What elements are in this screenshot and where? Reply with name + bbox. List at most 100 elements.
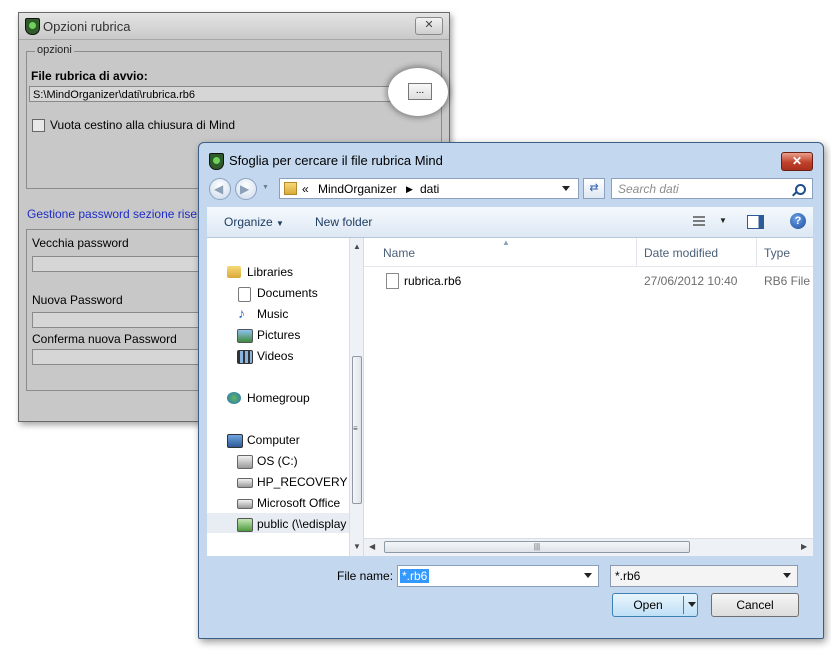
scroll-grip-icon: ≡ <box>353 424 358 433</box>
scroll-down-icon[interactable]: ▼ <box>353 542 361 551</box>
documents-icon <box>238 287 251 302</box>
browse-button[interactable]: ... <box>408 83 432 100</box>
file-horizontal-scrollbar[interactable]: ◀ ||| ▶ <box>364 538 813 556</box>
file-row-type: RB6 File <box>764 274 811 288</box>
preview-pane-icon[interactable] <box>747 215 764 229</box>
folder-icon <box>284 182 297 195</box>
scroll-up-icon[interactable]: ▲ <box>353 242 361 251</box>
nav-item-pictures[interactable]: Pictures <box>257 328 300 342</box>
file-name-input[interactable]: *.rb6 <box>397 565 599 587</box>
libraries-icon <box>227 266 241 278</box>
breadcrumb-overflow[interactable]: « <box>302 182 309 196</box>
scroll-left-icon[interactable]: ◀ <box>369 542 375 551</box>
pictures-icon <box>237 329 253 343</box>
open-dropdown-icon[interactable] <box>688 602 696 607</box>
organize-label: Organize <box>224 215 273 229</box>
address-bar[interactable]: « MindOrganizer ▶ dati <box>279 178 579 199</box>
scroll-right-icon[interactable]: ▶ <box>801 542 807 551</box>
column-name[interactable]: Name <box>383 246 415 260</box>
breadcrumb-mindorganizer[interactable]: MindOrganizer <box>318 182 397 196</box>
videos-icon <box>237 350 253 364</box>
dialog-close-button[interactable]: ✕ <box>781 152 813 171</box>
search-placeholder: Search dati <box>618 182 679 196</box>
old-password-label: Vecchia password <box>32 236 129 250</box>
file-scroll-thumb[interactable]: ||| <box>384 541 690 553</box>
help-icon[interactable]: ? <box>790 213 806 229</box>
password-section-link[interactable]: Gestione password sezione riservata <box>27 207 224 221</box>
file-row-date: 27/06/2012 10:40 <box>644 274 738 288</box>
command-toolbar: Organize ▼ New folder ▼ ? <box>207 207 813 238</box>
nav-item-homegroup[interactable]: Homegroup <box>247 391 310 405</box>
file-row-name[interactable]: rubrica.rb6 <box>404 274 461 288</box>
nav-vertical-scrollbar[interactable]: ▲ ≡ ▼ <box>349 238 363 556</box>
empty-trash-label: Vuota cestino alla chiusura di Mind <box>50 118 235 132</box>
file-type-select[interactable]: *.rb6 <box>610 565 798 587</box>
mind-app-icon <box>209 153 224 170</box>
nav-item-os-c[interactable]: OS (C:) <box>257 454 298 468</box>
column-type[interactable]: Type <box>764 246 790 260</box>
back-button[interactable]: ◀ <box>209 178 231 200</box>
options-group-label: opzioni <box>35 44 74 56</box>
column-headers: Name ▲ Date modified Type <box>364 238 813 267</box>
nav-item-microsoft-office[interactable]: Microsoft Office <box>257 496 340 510</box>
file-type-value: *.rb6 <box>615 569 641 583</box>
refresh-button[interactable]: ⇄ <box>583 178 605 199</box>
nav-item-public[interactable]: public (\\edisplay <box>257 517 346 531</box>
address-dropdown-icon[interactable] <box>562 186 570 191</box>
sort-indicator-icon: ▲ <box>502 238 510 247</box>
options-title-bar[interactable]: Opzioni rubrica ✕ <box>19 13 449 40</box>
refresh-icon: ⇄ <box>589 182 599 194</box>
organize-chevron-icon: ▼ <box>276 219 284 228</box>
breadcrumb-separator-icon[interactable]: ▶ <box>406 184 413 195</box>
office-drive-icon <box>237 499 253 509</box>
homegroup-icon <box>227 392 241 404</box>
options-close-button[interactable]: ✕ <box>415 17 443 35</box>
forward-button[interactable]: ▶ <box>235 178 257 200</box>
nav-item-music[interactable]: Music <box>257 307 288 321</box>
mind-app-icon <box>25 18 40 35</box>
cancel-button[interactable]: Cancel <box>711 593 799 617</box>
view-chevron-icon[interactable]: ▼ <box>719 216 727 225</box>
browse-file-dialog: Sfoglia per cercare il file rubrica Mind… <box>198 142 824 639</box>
nav-item-hp-recovery[interactable]: HP_RECOVERY (D <box>257 475 363 489</box>
view-options-icon[interactable] <box>693 216 705 227</box>
file-name-dropdown-icon[interactable] <box>584 573 592 578</box>
os-drive-icon <box>237 455 253 469</box>
network-drive-icon <box>237 518 253 532</box>
forward-arrow-icon: ▶ <box>240 182 250 196</box>
back-arrow-icon: ◀ <box>214 182 224 196</box>
dialog-title: Sfoglia per cercare il file rubrica Mind <box>229 153 443 168</box>
organize-menu[interactable]: Organize ▼ <box>224 215 284 229</box>
navigation-pane: Libraries Documents ♪ Music Pictures Vid… <box>207 238 364 556</box>
empty-trash-checkbox[interactable] <box>32 119 45 132</box>
search-icon[interactable] <box>795 184 806 195</box>
file-type-dropdown-icon[interactable] <box>783 573 791 578</box>
column-date-modified[interactable]: Date modified <box>644 246 718 260</box>
music-icon: ♪ <box>238 305 245 321</box>
nav-item-computer[interactable]: Computer <box>247 433 300 447</box>
file-path-field[interactable]: S:\MindOrganizer\dati\rubrica.rb6 <box>29 86 407 102</box>
open-split-divider <box>683 596 684 614</box>
file-list: Name ▲ Date modified Type rubrica.rb6 27… <box>364 238 813 556</box>
column-separator[interactable] <box>756 238 757 266</box>
scroll-grip-icon: ||| <box>533 542 541 551</box>
file-name-label: File name: <box>337 569 394 583</box>
file-label: File rubrica di avvio: <box>31 69 148 83</box>
column-separator[interactable] <box>636 238 637 266</box>
search-box[interactable]: Search dati <box>611 178 813 199</box>
file-name-value[interactable]: *.rb6 <box>400 569 430 583</box>
options-window-title: Opzioni rubrica <box>43 19 131 34</box>
new-folder-button[interactable]: New folder <box>315 215 372 229</box>
confirm-password-label: Conferma nuova Password <box>32 332 177 346</box>
nav-item-documents[interactable]: Documents <box>257 286 318 300</box>
recent-locations-chevron-icon[interactable]: ▼ <box>262 184 269 191</box>
open-button-label: Open <box>633 598 663 612</box>
breadcrumb-dati[interactable]: dati <box>420 182 439 196</box>
open-button[interactable]: Open <box>612 593 698 617</box>
computer-icon <box>227 434 243 448</box>
nav-item-libraries[interactable]: Libraries <box>247 265 293 279</box>
file-icon <box>386 273 399 289</box>
new-password-label: Nuova Password <box>32 293 123 307</box>
nav-item-videos[interactable]: Videos <box>257 349 293 363</box>
recovery-drive-icon <box>237 478 253 488</box>
